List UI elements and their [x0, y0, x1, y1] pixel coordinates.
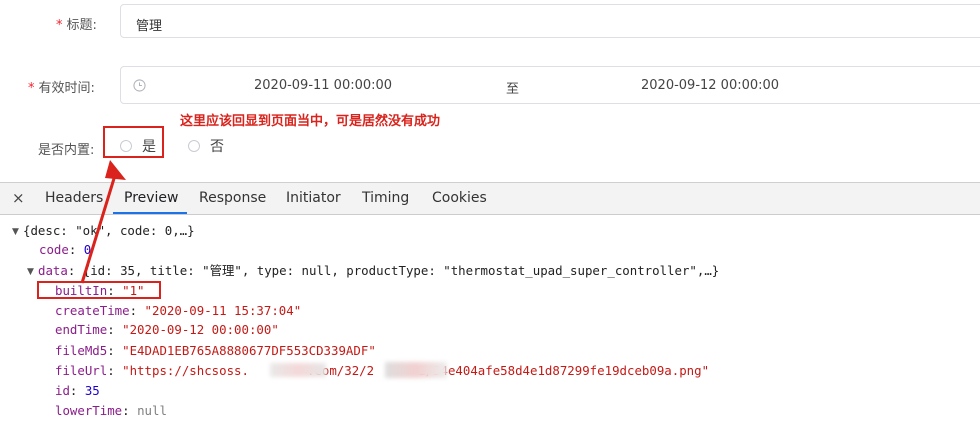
- tree-row-createtime: createTime: "2020-09-11 15:37:04": [55, 303, 302, 318]
- tree-row-lowertime: lowerTime: null: [55, 403, 167, 418]
- tab-cookies[interactable]: Cookies: [432, 190, 487, 206]
- tree-row-filemd5: fileMd5: "E4DAD1EB765A8880677DF553CD339A…: [55, 343, 376, 358]
- expand-triangle-icon[interactable]: ▼: [27, 264, 38, 282]
- tab-initiator[interactable]: Initiator: [286, 190, 341, 206]
- radio-no-circle[interactable]: [188, 140, 200, 152]
- required-mark: *: [28, 81, 35, 96]
- close-icon[interactable]: ×: [12, 189, 25, 207]
- expand-triangle-icon[interactable]: ▼: [12, 224, 23, 242]
- radio-no[interactable]: 否: [188, 136, 224, 156]
- edit-form: * 标题: 管理 * 有效时间: 2020-09-11 00:00:00 至 202…: [0, 0, 980, 182]
- active-tab-indicator: [113, 212, 187, 214]
- range-separator: 至: [506, 82, 520, 97]
- highlight-box-builtin: [37, 281, 161, 299]
- redacted-region: [270, 363, 326, 377]
- tree-row-fileurl: fileUrl: "https://shcsoss. .com/32/2 1/54e…: [55, 363, 710, 378]
- tab-preview[interactable]: Preview: [124, 190, 179, 206]
- tree-row-data[interactable]: ▼ data: {id: 35, title: "管理", type: null,…: [27, 262, 719, 282]
- tree-root-row[interactable]: ▼ {desc: "ok", code: 0,…}: [12, 222, 195, 242]
- tab-timing[interactable]: Timing: [362, 190, 409, 206]
- tab-headers[interactable]: Headers: [45, 190, 103, 206]
- date-range-picker[interactable]: 2020-09-11 00:00:00 至 2020-09-12 00:00:0…: [120, 66, 980, 104]
- title-input-value: 管理: [136, 19, 163, 34]
- tree-row-endtime: endTime: "2020-09-12 00:00:00": [55, 322, 279, 337]
- annotation-text: 这里应该回显到页面当中，可是居然没有成功: [180, 114, 441, 129]
- highlight-box-radio: [103, 126, 164, 158]
- end-time-input[interactable]: 2020-09-12 00:00:00: [641, 78, 779, 93]
- builtin-label: 是否内置:: [38, 143, 95, 158]
- start-time-input[interactable]: 2020-09-11 00:00:00: [254, 78, 392, 93]
- tree-row-code: code: 0: [39, 242, 92, 257]
- title-input[interactable]: 管理: [120, 4, 980, 38]
- clock-icon: [133, 79, 146, 92]
- devtools-tabbar: × Headers Preview Response Initiator Tim…: [0, 183, 980, 215]
- tree-row-id: id: 35: [55, 383, 100, 398]
- radio-no-label: 否: [210, 139, 224, 155]
- required-mark: *: [56, 18, 63, 33]
- tab-response[interactable]: Response: [199, 190, 266, 206]
- redacted-region: [385, 362, 447, 378]
- time-label: * 有效时间:: [28, 81, 95, 96]
- title-label: * 标题:: [56, 18, 97, 33]
